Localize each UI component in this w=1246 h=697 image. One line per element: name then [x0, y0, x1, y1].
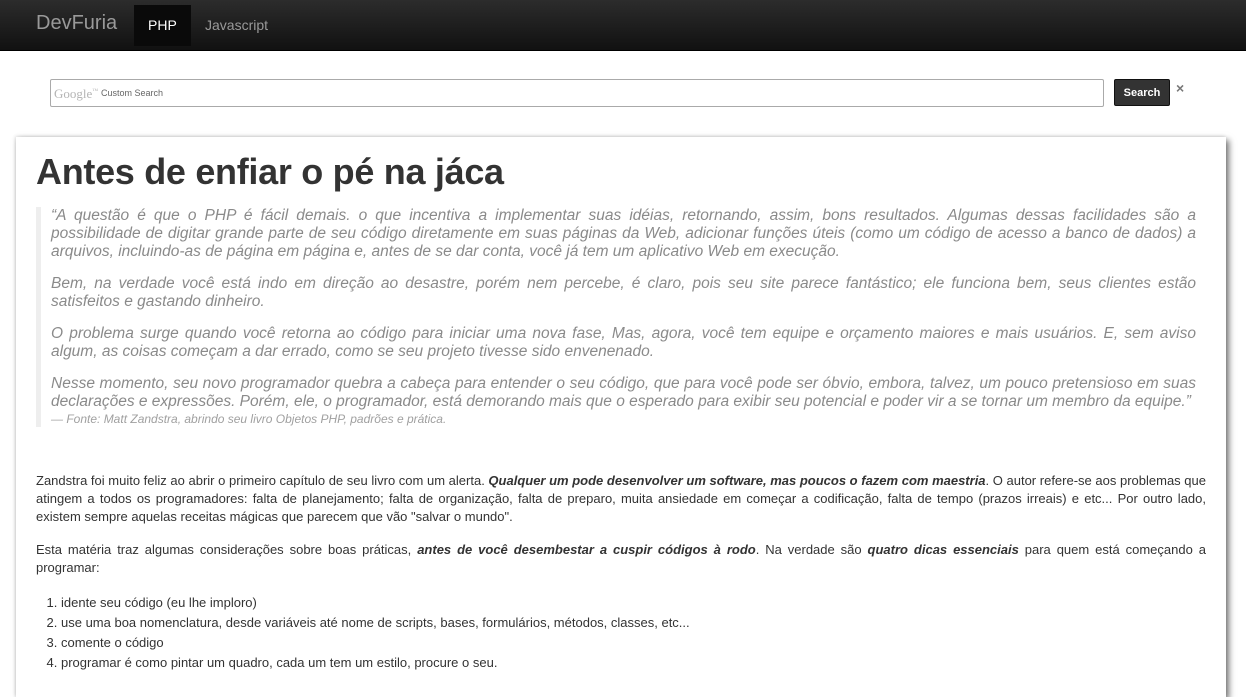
google-logo: Google™	[54, 86, 99, 101]
list-item: idente seu código (eu lhe imploro)	[61, 593, 690, 613]
quote-paragraph: “A questão é que o PHP é fácil demais. o…	[51, 207, 1196, 260]
nav-item-javascript[interactable]: Javascript	[191, 5, 282, 46]
brand-logo-link[interactable]: DevFuria	[36, 12, 117, 35]
quote-paragraph: Nesse momento, seu novo programador queb…	[51, 375, 1196, 410]
quote-paragraph: O problema surge quando você retorna ao …	[51, 325, 1196, 360]
top-navbar: DevFuria PHP Javascript	[0, 0, 1246, 51]
article-card: Antes de enfiar o pé na jáca “A questão …	[16, 137, 1226, 697]
tips-list: idente seu código (eu lhe imploro) use u…	[36, 593, 690, 673]
quote-paragraph: Bem, na verdade você está indo em direçã…	[51, 275, 1196, 310]
clear-search-icon[interactable]: ×	[1176, 80, 1184, 96]
emphasis-text: Qualquer um pode desenvolver um software…	[488, 473, 986, 488]
article-blockquote: “A questão é que o PHP é fácil demais. o…	[36, 207, 1196, 427]
emphasis-text: quatro dicas essenciais	[867, 542, 1019, 557]
search-bar: Google™ Custom Search Search ×	[0, 79, 1246, 109]
search-input[interactable]: Google™ Custom Search	[50, 79, 1104, 107]
list-item: programar é como pintar um quadro, cada …	[61, 653, 690, 673]
search-placeholder: Custom Search	[101, 88, 164, 98]
search-button[interactable]: Search	[1114, 79, 1170, 106]
intro-paragraph: Zandstra foi muito feliz ao abrir o prim…	[36, 473, 1206, 524]
article-title: Antes de enfiar o pé na jáca	[36, 151, 504, 192]
nav-item-php[interactable]: PHP	[134, 5, 191, 46]
list-item: use uma boa nomenclatura, desde variávei…	[61, 613, 690, 633]
tips-intro-paragraph: Esta matéria traz algumas considerações …	[36, 542, 1206, 575]
emphasis-text: antes de você desembestar a cuspir códig…	[417, 542, 756, 557]
quote-source: — Fonte: Matt Zandstra, abrindo seu livr…	[51, 412, 447, 426]
list-item: comente o código	[61, 633, 690, 653]
